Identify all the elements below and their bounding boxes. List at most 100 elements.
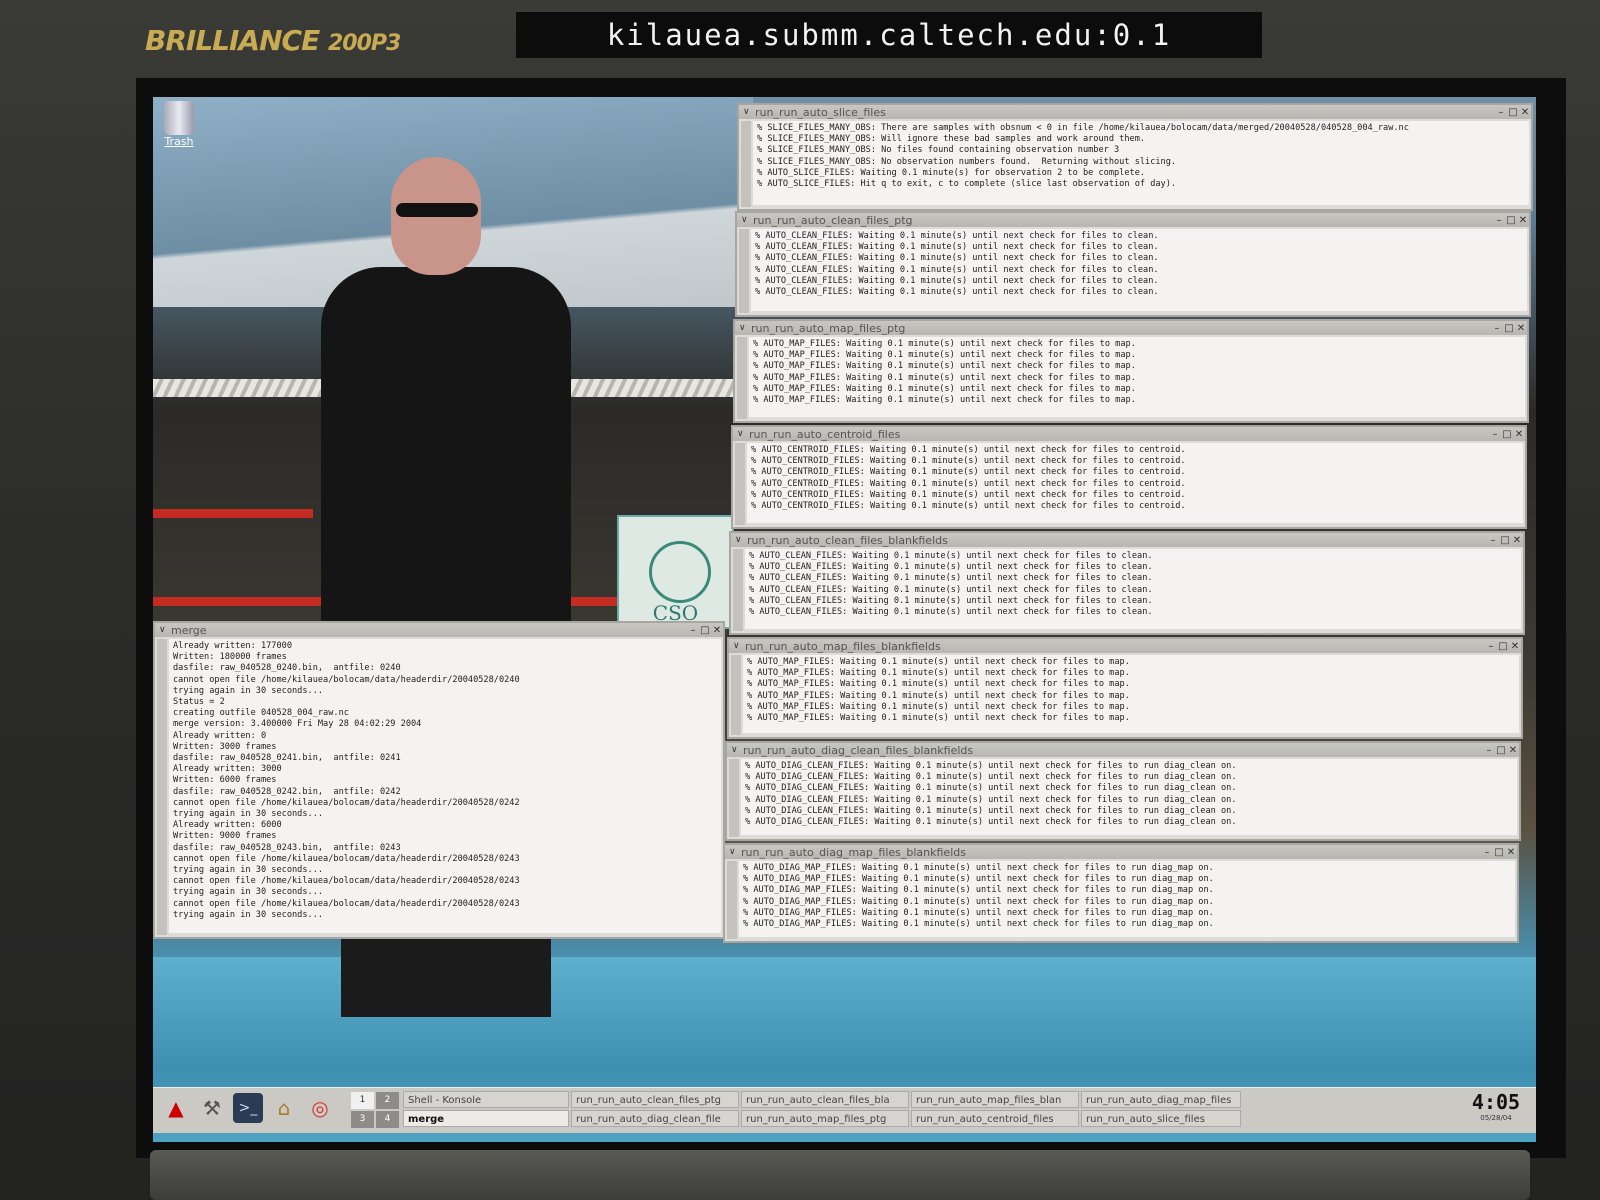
minimize-button[interactable]: –: [1487, 535, 1499, 546]
wallpaper-rail: [153, 509, 313, 518]
window-titlebar[interactable]: ∨ merge – □ ✕: [155, 623, 723, 637]
window-menu-chevron-icon[interactable]: ∨: [159, 625, 171, 635]
task-map-files-blankfields[interactable]: run_run_auto_map_files_blan: [911, 1091, 1079, 1108]
minimize-button[interactable]: –: [1489, 429, 1501, 440]
minimize-button[interactable]: –: [1481, 847, 1493, 858]
home-folder-icon[interactable]: ⌂: [269, 1093, 299, 1123]
minimize-button[interactable]: –: [1483, 745, 1495, 756]
terminal-line: trying again in 30 seconds...: [173, 685, 324, 696]
terminal-icon[interactable]: >_: [233, 1093, 263, 1123]
window-menu-chevron-icon[interactable]: ∨: [743, 107, 755, 117]
maximize-button[interactable]: □: [699, 625, 711, 636]
task-clean-files-blankfields[interactable]: run_run_auto_clean_files_bla: [741, 1091, 909, 1108]
task-diag-map-files[interactable]: run_run_auto_diag_map_files: [1081, 1091, 1241, 1108]
maximize-button[interactable]: □: [1495, 745, 1507, 756]
pager-desktop-1[interactable]: 1: [351, 1092, 374, 1109]
window-titlebar[interactable]: ∨ run_run_auto_diag_clean_files_blankfiel…: [727, 743, 1519, 757]
close-button[interactable]: ✕: [1505, 847, 1517, 858]
window-centroid-files[interactable]: ∨ run_run_auto_centroid_files – □ ✕ % AUTO_CE…: [731, 425, 1527, 529]
window-menu-chevron-icon[interactable]: ∨: [733, 641, 745, 651]
window-merge[interactable]: ∨ merge – □ ✕ Already written: 177000 Written:…: [153, 621, 725, 939]
scrollbar[interactable]: [731, 655, 741, 735]
close-button[interactable]: ✕: [1519, 107, 1531, 118]
maximize-button[interactable]: □: [1497, 641, 1509, 652]
terminal-line: % AUTO_CLEAN_FILES: Waiting 0.1 minute(s…: [749, 595, 1153, 606]
terminal-output[interactable]: % AUTO_MAP_FILES: Waiting 0.1 minute(s) …: [749, 337, 1525, 417]
terminal-output[interactable]: % SLICE_FILES_MANY_OBS: There are sample…: [753, 121, 1529, 205]
scrollbar[interactable]: [727, 861, 737, 939]
maximize-button[interactable]: □: [1493, 847, 1505, 858]
window-menu-chevron-icon[interactable]: ∨: [741, 215, 753, 225]
window-titlebar[interactable]: ∨ run_run_auto_diag_map_files_blankfields…: [725, 845, 1517, 859]
window-titlebar[interactable]: ∨ run_run_auto_clean_files_blankfields – □ ✕: [731, 533, 1523, 547]
window-titlebar[interactable]: ∨ run_run_auto_clean_files_ptg – □ ✕: [737, 213, 1529, 227]
window-clean-files-ptg[interactable]: ∨ run_run_auto_clean_files_ptg – □ ✕ % AUTO_C…: [735, 211, 1531, 317]
trash-desktop-icon[interactable]: Trash: [159, 101, 199, 148]
redhat-menu-icon[interactable]: ▲: [161, 1093, 191, 1123]
terminal-output[interactable]: % AUTO_MAP_FILES: Waiting 0.1 minute(s) …: [743, 655, 1519, 733]
minimize-button[interactable]: –: [1495, 107, 1507, 118]
window-diag-clean-blankfields[interactable]: ∨ run_run_auto_diag_clean_files_blankfiel…: [725, 741, 1521, 841]
minimize-button[interactable]: –: [1491, 323, 1503, 334]
pager-desktop-2[interactable]: 2: [376, 1092, 399, 1109]
scrollbar[interactable]: [741, 121, 751, 207]
minimize-button[interactable]: –: [1493, 215, 1505, 226]
close-button[interactable]: ✕: [1509, 641, 1521, 652]
terminal-line: dasfile: raw_040528_0241.bin, antfile: 0…: [173, 753, 401, 764]
close-button[interactable]: ✕: [1515, 323, 1527, 334]
help-lifebuoy-icon[interactable]: ◎: [305, 1093, 335, 1123]
minimize-button[interactable]: –: [1485, 641, 1497, 652]
window-slice-files[interactable]: ∨ run_run_auto_slice_files – □ ✕ % SLICE_FILE…: [737, 103, 1533, 211]
window-titlebar[interactable]: ∨ run_run_auto_slice_files – □ ✕: [739, 105, 1531, 119]
close-button[interactable]: ✕: [1517, 215, 1529, 226]
close-button[interactable]: ✕: [711, 625, 723, 636]
terminal-output[interactable]: % AUTO_DIAG_MAP_FILES: Waiting 0.1 minut…: [739, 861, 1515, 937]
window-map-files-ptg[interactable]: ∨ run_run_auto_map_files_ptg – □ ✕ % AUTO_MAP…: [733, 319, 1529, 423]
close-button[interactable]: ✕: [1511, 535, 1523, 546]
close-button[interactable]: ✕: [1507, 745, 1519, 756]
window-clean-files-blankfields[interactable]: ∨ run_run_auto_clean_files_blankfields – □ ✕…: [729, 531, 1525, 635]
scrollbar[interactable]: [729, 759, 739, 837]
taskbar-clock[interactable]: 4:05 05/28/04: [1466, 1090, 1526, 1130]
pager-desktop-4[interactable]: 4: [376, 1111, 399, 1128]
terminal-line: % AUTO_MAP_FILES: Waiting 0.1 minute(s) …: [747, 668, 1130, 679]
task-centroid-files[interactable]: run_run_auto_centroid_files: [911, 1110, 1079, 1127]
task-diag-clean-files[interactable]: run_run_auto_diag_clean_file: [571, 1110, 739, 1127]
window-menu-chevron-icon[interactable]: ∨: [739, 323, 751, 333]
task-shell-konsole[interactable]: Shell - Konsole: [403, 1091, 569, 1108]
terminal-output[interactable]: Already written: 177000 Written: 180000 f…: [169, 639, 721, 933]
maximize-button[interactable]: □: [1501, 429, 1513, 440]
task-map-files-ptg[interactable]: run_run_auto_map_files_ptg: [741, 1110, 909, 1127]
scrollbar[interactable]: [735, 443, 745, 525]
maximize-button[interactable]: □: [1499, 535, 1511, 546]
host-label: kilauea.submm.caltech.edu:0.1: [516, 12, 1262, 58]
maximize-button[interactable]: □: [1507, 107, 1519, 118]
terminal-output[interactable]: % AUTO_DIAG_CLEAN_FILES: Waiting 0.1 min…: [741, 759, 1517, 835]
control-center-icon[interactable]: ⚒: [197, 1093, 227, 1123]
terminal-output[interactable]: % AUTO_CENTROID_FILES: Waiting 0.1 minut…: [747, 443, 1523, 523]
scrollbar[interactable]: [739, 229, 749, 313]
window-diag-map-blankfields[interactable]: ∨ run_run_auto_diag_map_files_blankfields…: [723, 843, 1519, 943]
minimize-button[interactable]: –: [687, 625, 699, 636]
window-titlebar[interactable]: ∨ run_run_auto_centroid_files – □ ✕: [733, 427, 1525, 441]
window-menu-chevron-icon[interactable]: ∨: [731, 745, 743, 755]
close-button[interactable]: ✕: [1513, 429, 1525, 440]
window-menu-chevron-icon[interactable]: ∨: [735, 535, 747, 545]
window-menu-chevron-icon[interactable]: ∨: [729, 847, 741, 857]
scrollbar[interactable]: [157, 639, 167, 935]
window-titlebar[interactable]: ∨ run_run_auto_map_files_ptg – □ ✕: [735, 321, 1527, 335]
window-menu-chevron-icon[interactable]: ∨: [737, 429, 749, 439]
maximize-button[interactable]: □: [1505, 215, 1517, 226]
task-slice-files[interactable]: run_run_auto_slice_files: [1081, 1110, 1241, 1127]
maximize-button[interactable]: □: [1503, 323, 1515, 334]
terminal-output[interactable]: % AUTO_CLEAN_FILES: Waiting 0.1 minute(s…: [745, 549, 1521, 629]
terminal-output[interactable]: % AUTO_CLEAN_FILES: Waiting 0.1 minute(s…: [751, 229, 1527, 311]
window-map-files-blankfields[interactable]: ∨ run_run_auto_map_files_blankfields – □ ✕ % …: [727, 637, 1523, 739]
pager-desktop-3[interactable]: 3: [351, 1111, 374, 1128]
scrollbar[interactable]: [733, 549, 743, 631]
window-titlebar[interactable]: ∨ run_run_auto_map_files_blankfields – □ ✕: [729, 639, 1521, 653]
task-clean-files-ptg[interactable]: run_run_auto_clean_files_ptg: [571, 1091, 739, 1108]
task-merge[interactable]: merge: [403, 1110, 569, 1127]
scrollbar[interactable]: [737, 337, 747, 419]
desktop-pager[interactable]: 1 2 3 4: [351, 1092, 399, 1128]
